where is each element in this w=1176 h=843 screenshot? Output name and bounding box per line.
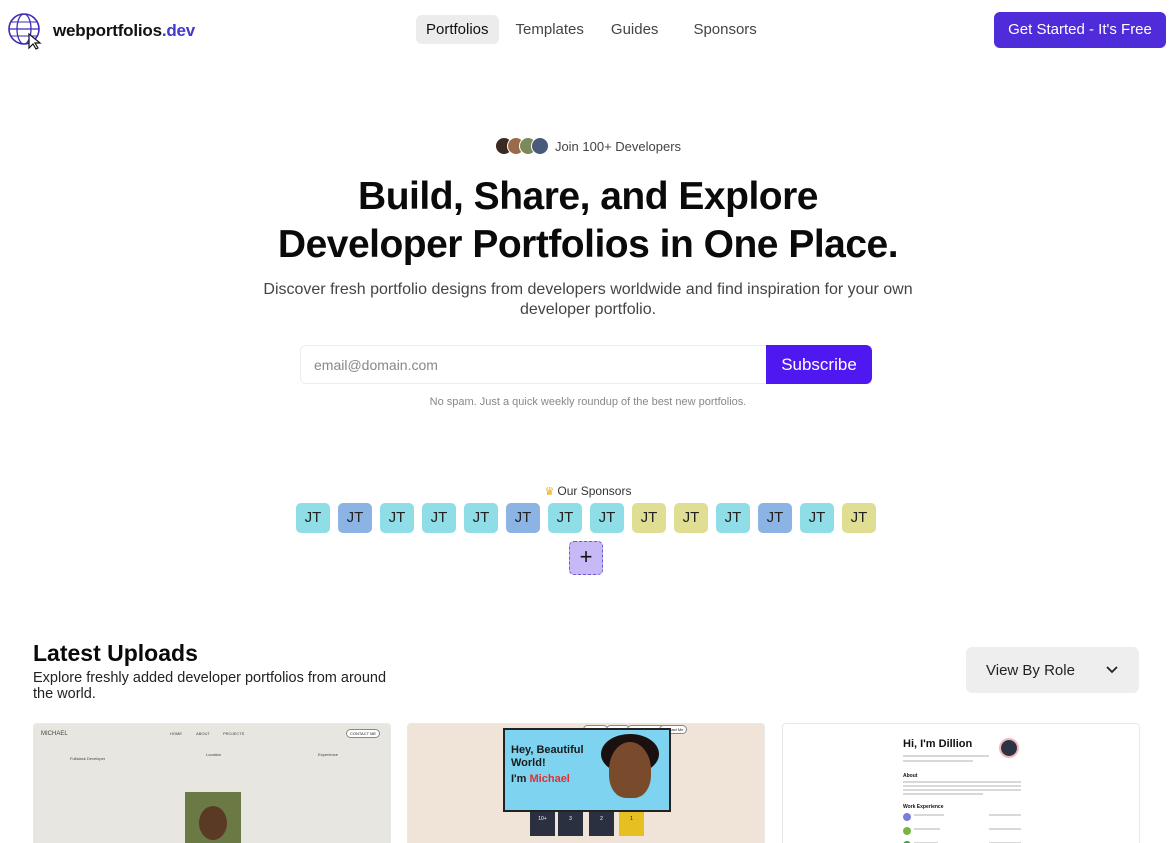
card-col-experience: Experience — [318, 752, 339, 757]
subscribe-button[interactable]: Subscribe — [766, 345, 872, 384]
nav-templates[interactable]: Templates — [506, 15, 594, 44]
globe-cursor-icon — [8, 13, 42, 50]
sponsor-chip[interactable]: JT — [380, 503, 414, 533]
card-about-heading: About — [903, 773, 918, 779]
card-col-location: Location — [206, 752, 222, 757]
sponsor-chip[interactable]: JT — [506, 503, 540, 533]
chevron-down-icon — [1106, 666, 1118, 674]
sponsor-chip[interactable]: JT — [338, 503, 372, 533]
sponsor-chip[interactable]: JT — [548, 503, 582, 533]
avatar — [530, 137, 549, 155]
portrait-photo — [185, 792, 241, 843]
brand-name: webportfolios.dev — [53, 21, 196, 40]
developer-avatars — [494, 137, 549, 155]
nav-sponsors[interactable]: Sponsors — [683, 15, 766, 44]
hero-title: Build, Share, and Explore Developer Port… — [277, 175, 899, 266]
email-input[interactable] — [300, 345, 766, 384]
sponsor-chip[interactable]: JT — [632, 503, 666, 533]
top-nav-bar: webportfolios.dev Portfolios Templates G… — [0, 0, 1176, 62]
card-contact-pill: CONTACT ME — [346, 729, 381, 738]
card-stat: 3 — [558, 812, 583, 836]
view-by-role-label: View By Role — [986, 661, 1075, 679]
sponsor-chip[interactable]: JT — [422, 503, 456, 533]
main-nav: Portfolios Templates Guides Sponsors — [416, 15, 774, 44]
card-stat: 1 — [619, 812, 644, 836]
get-started-button[interactable]: Get Started - It's Free — [994, 12, 1166, 48]
illustrated-hero: Hey, Beautiful World! I'm Michael — [503, 728, 671, 812]
card-dillion-title: Hi, I'm Dillion — [903, 738, 973, 750]
portfolio-card-illustrated[interactable]: About Me My Skills My Previous Work Cont… — [407, 723, 765, 843]
card-nav-projects: PROJECTS — [223, 731, 245, 736]
sponsors-heading: ♛ Our Sponsors — [544, 484, 632, 498]
card-site-name: MICHAEL — [41, 731, 68, 737]
card-stat: 2 — [589, 812, 614, 836]
latest-uploads-subtitle: Explore freshly added developer portfoli… — [33, 670, 387, 702]
no-spam-note: No spam. Just a quick weekly roundup of … — [429, 396, 747, 408]
hero-subtitle: Discover fresh portfolio designs from de… — [263, 281, 913, 318]
illustration-face — [609, 742, 651, 798]
avatar — [999, 738, 1019, 758]
crown-icon: ♛ — [544, 486, 555, 498]
subscribe-form: Subscribe — [300, 345, 872, 384]
portfolio-card-dillion[interactable]: Hi, I'm Dillion About Work Experience — [782, 723, 1140, 843]
company-logo-icon — [903, 813, 911, 821]
sponsor-chip[interactable]: JT — [464, 503, 498, 533]
portfolio-card-michael[interactable]: MICHAEL HOME ABOUT PROJECTS CONTACT ME F… — [33, 723, 391, 843]
join-text: Join 100+ Developers — [554, 138, 682, 154]
join-developers-badge: Join 100+ Developers — [0, 137, 1176, 155]
card-col-role: Fullstack Developer — [70, 756, 106, 761]
sponsor-chip[interactable]: JT — [842, 503, 876, 533]
sponsor-chip[interactable]: JT — [758, 503, 792, 533]
sponsor-chip[interactable]: JT — [800, 503, 834, 533]
nav-portfolios[interactable]: Portfolios — [416, 15, 499, 44]
card-work-heading: Work Experience — [903, 804, 944, 810]
card-nav-home: HOME — [170, 731, 182, 736]
sponsor-chip[interactable]: JT — [716, 503, 750, 533]
sponsor-chip[interactable]: JT — [296, 503, 330, 533]
nav-guides[interactable]: Guides — [601, 15, 669, 44]
card-stat: 10+ — [530, 812, 555, 836]
latest-uploads-title: Latest Uploads — [33, 640, 198, 666]
add-sponsor-button[interactable]: + — [569, 541, 603, 575]
brand-logo[interactable]: webportfolios.dev — [7, 12, 195, 50]
sponsor-list: JT JT JT JT JT JT JT JT JT JT JT JT JT J… — [296, 503, 876, 533]
company-logo-icon — [903, 827, 911, 835]
view-by-role-dropdown[interactable]: View By Role — [966, 647, 1139, 693]
sponsor-chip[interactable]: JT — [590, 503, 624, 533]
sponsor-chip[interactable]: JT — [674, 503, 708, 533]
card-nav-about: ABOUT — [196, 731, 210, 736]
